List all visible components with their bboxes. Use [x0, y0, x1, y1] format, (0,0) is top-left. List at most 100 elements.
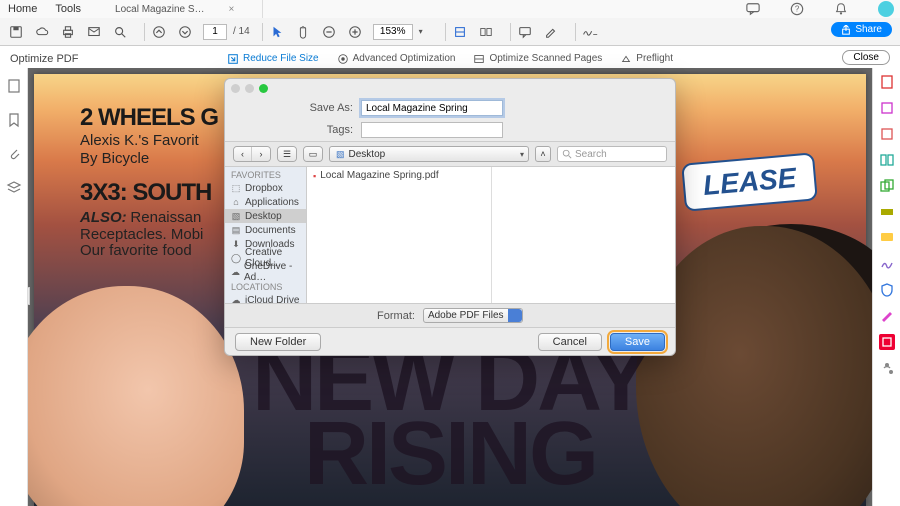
also-block: ALSO: Renaissan Receptacles. Mobi Our fa…	[80, 210, 203, 260]
optimize-title: Optimize PDF	[10, 53, 78, 65]
print-icon[interactable]	[60, 24, 76, 40]
save-button[interactable]: Save	[610, 333, 665, 351]
preflight-button[interactable]: Preflight	[620, 53, 673, 65]
chat-icon[interactable]	[746, 2, 760, 16]
help-icon[interactable]: ?	[790, 2, 804, 16]
more-tools-icon[interactable]	[879, 360, 895, 376]
search-icon	[562, 149, 572, 159]
menu-home[interactable]: Home	[8, 3, 37, 15]
subhead-1: Alexis K.'s FavoritBy Bicycle	[80, 132, 199, 169]
comment-icon[interactable]	[517, 24, 533, 40]
sign-icon[interactable]	[582, 24, 598, 40]
dialog-titlebar	[225, 79, 675, 97]
combine-icon[interactable]	[879, 178, 895, 194]
sidebar-dropbox[interactable]: ⬚Dropbox	[225, 181, 306, 195]
page-down-icon[interactable]	[177, 24, 193, 40]
thumbnails-icon[interactable]	[6, 78, 22, 94]
sidebar-desktop[interactable]: ▧Desktop	[225, 209, 306, 223]
bookmark-icon[interactable]	[6, 112, 22, 128]
page-total: / 14	[233, 26, 250, 37]
release-badge: LEASE	[681, 152, 818, 211]
location-select[interactable]: ▧ Desktop	[329, 146, 529, 162]
comment-tool-icon[interactable]	[879, 230, 895, 246]
search-icon[interactable]	[112, 24, 128, 40]
zoom-input[interactable]	[373, 24, 413, 40]
headline-1: 2 WHEELS G	[80, 104, 218, 132]
advanced-optimization-button[interactable]: Advanced Optimization	[337, 53, 456, 65]
format-bar: Format: Adobe PDF Files	[225, 303, 675, 327]
optimize-pdf-icon[interactable]	[879, 334, 895, 350]
location-bar: ‹› ☰ ▭ ▧ Desktop ˄ Search	[225, 141, 675, 167]
reduce-file-size-button[interactable]: Reduce File Size	[227, 53, 319, 65]
cloud-icon[interactable]	[34, 24, 50, 40]
sidebar-applications[interactable]: ⌂Applications	[225, 195, 306, 209]
saveas-label: Save As:	[235, 102, 361, 114]
collapse-left-icon[interactable]: ◀	[28, 287, 30, 305]
attachment-icon[interactable]	[6, 146, 22, 162]
format-label: Format:	[377, 310, 415, 322]
file-sidebar: Favorites ⬚Dropbox ⌂Applications ▧Deskto…	[225, 167, 307, 303]
hand-tool-icon[interactable]	[295, 24, 311, 40]
menu-tools[interactable]: Tools	[55, 3, 81, 15]
share-button[interactable]: Share	[831, 22, 892, 37]
fill-sign-icon[interactable]	[879, 256, 895, 272]
protect-icon[interactable]	[879, 282, 895, 298]
dialog-search[interactable]: Search	[557, 146, 667, 162]
file-column-2[interactable]	[492, 167, 676, 303]
file-column-1[interactable]: ▪ Local Magazine Spring.pdf	[307, 167, 492, 303]
tab-title: Local Magazine S…	[115, 4, 205, 15]
fit-page-icon[interactable]	[478, 24, 494, 40]
share-label: Share	[855, 24, 882, 35]
sidebar-documents[interactable]: ▤Documents	[225, 223, 306, 237]
create-pdf-icon[interactable]	[879, 74, 895, 90]
main-toolbar: / 14 ▾ Share	[0, 18, 900, 46]
window-minimize-icon[interactable]	[245, 84, 254, 93]
zoom-in-icon[interactable]	[347, 24, 363, 40]
new-folder-button[interactable]: New Folder	[235, 333, 321, 351]
page-up-icon[interactable]	[151, 24, 167, 40]
cancel-button[interactable]: Cancel	[538, 333, 602, 351]
zoom-dropdown-icon[interactable]: ▾	[413, 24, 429, 40]
user-avatar[interactable]	[878, 1, 894, 17]
cover-title: NEW DAYRISING	[34, 344, 866, 492]
sidebar-icloud[interactable]: ☁iCloud Drive	[225, 293, 306, 303]
highlight-icon[interactable]	[543, 24, 559, 40]
headline-2: 3X3: SOUTH	[80, 179, 211, 207]
window-close-icon[interactable]	[231, 84, 240, 93]
fit-width-icon[interactable]	[452, 24, 468, 40]
right-rail	[872, 68, 900, 506]
save-dialog: Save As: Tags: ‹› ☰ ▭ ▧ Desktop ˄ Search…	[224, 78, 676, 356]
optimize-scanned-button[interactable]: Optimize Scanned Pages	[473, 53, 602, 65]
dialog-button-bar: New Folder Cancel Save	[225, 327, 675, 355]
redact-icon[interactable]	[879, 204, 895, 220]
page-number-input[interactable]	[203, 24, 227, 40]
nav-back-forward[interactable]: ‹›	[233, 146, 271, 162]
folder-icon: ▧	[336, 149, 345, 160]
layers-icon[interactable]	[6, 180, 22, 196]
edit-pdf-icon[interactable]	[879, 100, 895, 116]
document-tab[interactable]: Local Magazine S… ×	[105, 0, 263, 20]
save-icon[interactable]	[8, 24, 24, 40]
export-pdf-icon[interactable]	[879, 126, 895, 142]
sidebar-onedrive[interactable]: ☁OneDrive - Ad…	[225, 265, 306, 279]
window-zoom-icon[interactable]	[259, 84, 268, 93]
zoom-out-icon[interactable]	[321, 24, 337, 40]
select-tool-icon[interactable]	[269, 24, 285, 40]
saveas-input[interactable]	[361, 100, 503, 116]
collapse-browser-icon[interactable]: ˄	[535, 146, 551, 162]
mail-icon[interactable]	[86, 24, 102, 40]
favorites-header: Favorites	[225, 167, 306, 181]
tags-input[interactable]	[361, 122, 503, 138]
bell-icon[interactable]	[834, 2, 848, 16]
organize-icon[interactable]	[879, 152, 895, 168]
enhance-icon[interactable]	[879, 308, 895, 324]
format-select[interactable]: Adobe PDF Files	[423, 308, 523, 323]
close-optimize-button[interactable]: Close	[842, 50, 890, 65]
tags-label: Tags:	[235, 124, 361, 136]
view-mode-segment[interactable]: ☰	[277, 146, 297, 162]
close-tab-icon[interactable]: ×	[229, 4, 235, 15]
file-browser: Favorites ⬚Dropbox ⌂Applications ▧Deskto…	[225, 167, 675, 303]
left-rail	[0, 68, 28, 506]
group-segment[interactable]: ▭	[303, 146, 323, 162]
file-item[interactable]: ▪ Local Magazine Spring.pdf	[313, 170, 485, 181]
